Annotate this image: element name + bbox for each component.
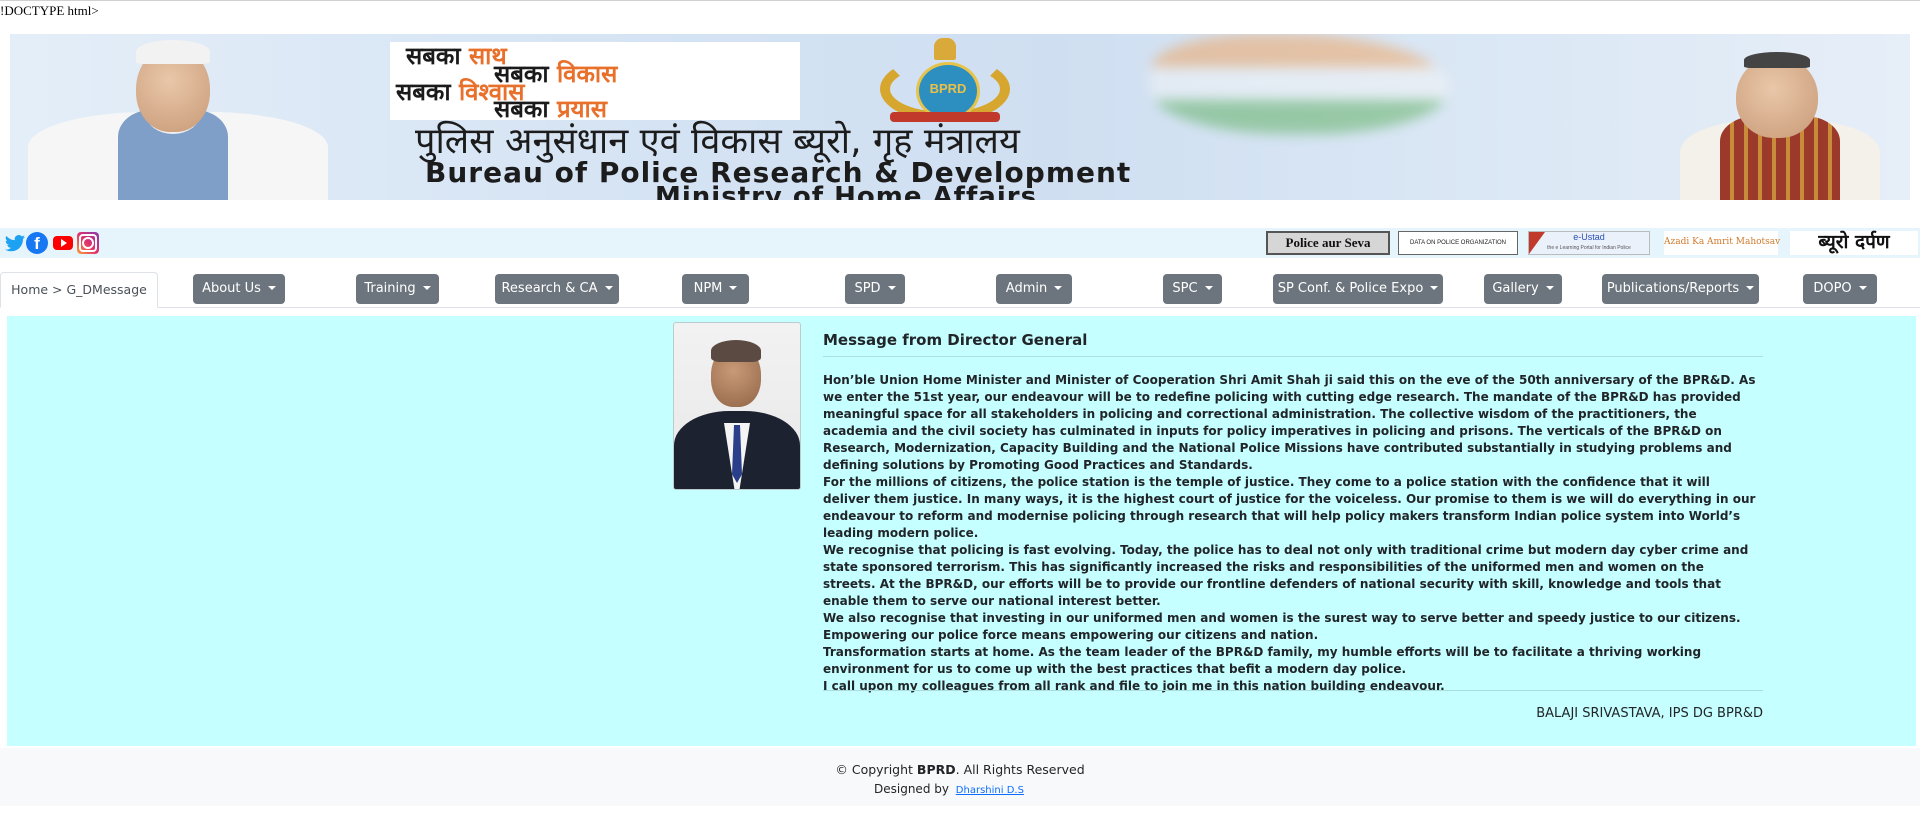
header-banner: सबका साथ सबका विकास सबका विश्वास सबका प्… <box>10 34 1910 200</box>
chevron-down-icon <box>1858 286 1867 290</box>
message-paragraph: I call upon my colleagues from all rank … <box>823 679 1445 693</box>
dg-signature: BALAJI SRIVASTAVA, IPS DG BPR&D <box>1536 706 1763 721</box>
slogan-line-4: सबका प्रयास <box>494 94 607 123</box>
eustad-subtitle: the e Learning Portal for Indian Police <box>1547 245 1631 251</box>
nav-sp-conf-police-expo[interactable]: SP Conf. & Police Expo <box>1273 274 1443 304</box>
designed-by: Designed by Dharshini D.S <box>874 782 1024 796</box>
social-links-bar: f Police aur Seva DATA ON POLICE ORGANIZ… <box>0 228 1920 258</box>
bprd-emblem: BPRD <box>870 38 1020 128</box>
signature-divider <box>823 690 1763 691</box>
chevron-down-icon <box>729 286 738 290</box>
youtube-icon[interactable] <box>53 236 73 250</box>
message-body: Hon’ble Union Home Minister and Minister… <box>823 372 1757 695</box>
azadi-ka-amrit-mahotsav-link[interactable]: Azadi Ka Amrit Mahotsav <box>1664 231 1780 255</box>
instagram-icon[interactable] <box>77 232 99 254</box>
message-paragraph: Transformation starts at home. As the te… <box>823 645 1702 676</box>
chevron-down-icon <box>1054 286 1063 290</box>
banner-portrait-left <box>28 34 328 200</box>
nav-spd[interactable]: SPD <box>845 274 905 304</box>
facebook-icon[interactable]: f <box>26 232 48 254</box>
copyright-text: © Copyright BPRD. All Rights Reserved <box>835 762 1085 777</box>
chevron-down-icon <box>1545 286 1554 290</box>
top-border <box>0 0 1920 1</box>
nav-research-ca[interactable]: Research & CA <box>495 274 619 304</box>
nav-npm[interactable]: NPM <box>682 274 749 304</box>
director-general-photo <box>673 322 801 490</box>
message-paragraph: We also recognise that investing in our … <box>823 611 1741 642</box>
message-paragraph: Hon’ble Union Home Minister and Minister… <box>823 373 1756 472</box>
breadcrumb[interactable]: Home > G_DMessage <box>0 272 158 308</box>
nav-training[interactable]: Training <box>356 274 439 304</box>
banner-ministry: Ministry of Home Affairs <box>655 182 1038 200</box>
title-divider <box>823 356 1763 357</box>
flag-graphic <box>1150 34 1450 134</box>
nav-spc[interactable]: SPC <box>1163 274 1222 304</box>
nav-dopo[interactable]: DOPO <box>1803 274 1877 304</box>
eustad-link[interactable]: e-Ustad the e Learning Portal for Indian… <box>1528 231 1650 255</box>
message-paragraph: For the millions of citizens, the police… <box>823 475 1756 540</box>
designer-link[interactable]: Dharshini D.S <box>956 785 1024 796</box>
stray-doctype-text: !DOCTYPE html> <box>0 3 99 18</box>
footer: © Copyright BPRD. All Rights Reserved De… <box>0 748 1920 806</box>
slogan-line-1: सबका साथ <box>406 41 507 70</box>
nav-admin[interactable]: Admin <box>996 274 1072 304</box>
nav-publications-reports[interactable]: Publications/Reports <box>1602 274 1759 304</box>
data-on-police-organization-link[interactable]: DATA ON POLICE ORGANIZATION <box>1398 231 1518 255</box>
chevron-down-icon <box>1430 286 1439 290</box>
chevron-down-icon <box>1204 286 1213 290</box>
banner-portrait-right <box>1670 34 1890 200</box>
chevron-down-icon <box>267 286 276 290</box>
nav-about-us[interactable]: About Us <box>193 274 285 304</box>
twitter-icon[interactable] <box>4 232 26 254</box>
slogan-box: सबका साथ सबका विकास सबका विश्वास सबका प्… <box>390 41 800 123</box>
chevron-down-icon <box>422 286 431 290</box>
banner-hindi-title: पुलिस अनुसंधान एवं विकास ब्यूरो, गृह मंत… <box>415 121 1020 162</box>
message-paragraph: We recognise that policing is fast evolv… <box>823 543 1749 608</box>
police-aur-seva-link[interactable]: Police aur Seva <box>1266 231 1390 255</box>
chevron-down-icon <box>604 286 613 290</box>
message-title: Message from Director General <box>823 331 1088 349</box>
eustad-title: e-Ustad <box>1573 232 1605 242</box>
nav-divider <box>0 307 1920 308</box>
chevron-down-icon <box>887 286 896 290</box>
emblem-text: BPRD <box>929 81 967 96</box>
dg-message-section: Message from Director General Hon’ble Un… <box>7 316 1916 746</box>
chevron-down-icon <box>1746 286 1755 290</box>
nav-gallery[interactable]: Gallery <box>1484 274 1562 304</box>
bureau-darpan-link[interactable]: ब्यूरो दर्पण <box>1790 231 1918 255</box>
